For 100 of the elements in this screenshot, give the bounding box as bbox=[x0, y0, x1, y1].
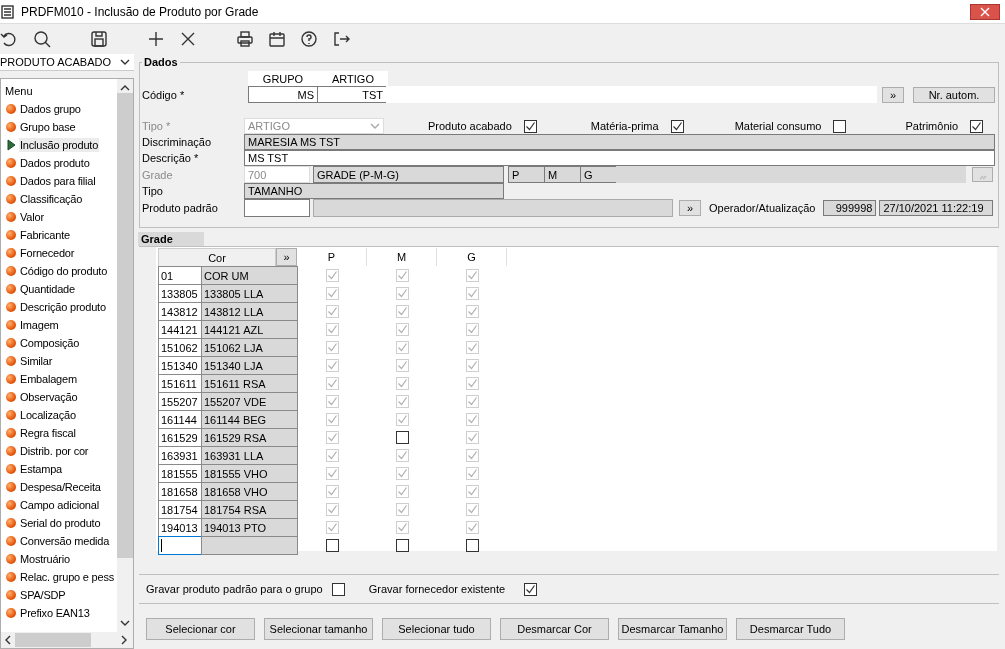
readonly-field: 999998 bbox=[823, 200, 877, 216]
checkbox[interactable] bbox=[970, 119, 984, 133]
size-field: M bbox=[544, 166, 581, 183]
section-title: Grade bbox=[138, 232, 204, 246]
menu-item[interactable]: Fornecedor bbox=[19, 246, 76, 260]
bullet-icon bbox=[6, 320, 16, 330]
scrollbar-thumb[interactable] bbox=[15, 633, 91, 647]
lookup-button[interactable] bbox=[972, 167, 993, 182]
bullet-icon bbox=[6, 266, 16, 276]
scrollbar-thumb[interactable] bbox=[117, 93, 133, 558]
action-button[interactable]: Desmarcar Cor bbox=[500, 618, 609, 640]
bullet-icon bbox=[6, 194, 16, 204]
action-button[interactable]: Desmarcar Tudo bbox=[736, 618, 845, 640]
printer-icon[interactable] bbox=[236, 30, 254, 48]
undo-icon[interactable] bbox=[0, 30, 18, 48]
bullet-icon bbox=[6, 482, 16, 492]
input-field[interactable]: MS bbox=[248, 86, 318, 103]
help-icon[interactable] bbox=[300, 30, 318, 48]
column-header: GRUPO bbox=[248, 71, 318, 86]
menu-item[interactable]: Localização bbox=[19, 408, 77, 422]
checkbox[interactable] bbox=[465, 538, 479, 552]
column-header: M bbox=[367, 248, 437, 266]
chevron-up-icon bbox=[120, 85, 130, 91]
menu-item[interactable]: Relac. grupo e pess bbox=[19, 570, 116, 584]
size-field: G bbox=[580, 166, 617, 183]
more-button[interactable]: » bbox=[679, 200, 701, 216]
readonly-field: MARESIA MS TST bbox=[244, 134, 995, 150]
input-field[interactable] bbox=[244, 199, 310, 217]
action-button[interactable]: Desmarcar Tamanho bbox=[618, 618, 727, 640]
menu-item[interactable]: Similar bbox=[19, 354, 54, 368]
more-button[interactable]: » bbox=[882, 86, 904, 103]
save-icon[interactable] bbox=[90, 30, 108, 48]
field-label: Descrição * bbox=[141, 152, 200, 164]
menu-item[interactable]: Classificação bbox=[19, 192, 84, 206]
category-dropdown[interactable]: PRODUTO ACABADO bbox=[0, 54, 134, 71]
menu-item[interactable]: Distrib. por cor bbox=[19, 444, 90, 458]
field-label: Discriminação bbox=[141, 136, 213, 148]
menu-item[interactable]: Valor bbox=[19, 210, 45, 224]
readonly-field: 27/10/2021 11:22:19 bbox=[879, 200, 994, 216]
action-button[interactable]: Selecionar tudo bbox=[382, 618, 491, 640]
column-header: P bbox=[297, 248, 367, 266]
more-button[interactable]: » bbox=[276, 248, 297, 266]
checkbox[interactable] bbox=[331, 582, 345, 596]
input-field[interactable] bbox=[386, 86, 877, 103]
field-label: Operador/Atualização bbox=[709, 202, 816, 214]
dropdown-value: ARTIGO bbox=[248, 120, 290, 132]
action-button[interactable]: Selecionar tamanho bbox=[264, 618, 373, 640]
checkbox[interactable] bbox=[524, 582, 538, 596]
menu-item[interactable]: Mostruário bbox=[19, 552, 71, 566]
menu-item[interactable]: Estampa bbox=[19, 462, 63, 476]
checkbox[interactable] bbox=[833, 119, 847, 133]
input-field[interactable]: TST bbox=[317, 86, 387, 103]
menu-item[interactable]: Imagem bbox=[19, 318, 60, 332]
section-title: Dados bbox=[143, 56, 179, 68]
logout-icon[interactable] bbox=[332, 30, 350, 48]
chevron-down-icon bbox=[120, 620, 130, 626]
action-button[interactable]: Selecionar cor bbox=[146, 618, 255, 640]
checkbox[interactable] bbox=[523, 119, 537, 133]
bullet-icon bbox=[6, 230, 16, 240]
menu-item[interactable]: SPA/SDP bbox=[19, 588, 67, 602]
checkbox[interactable] bbox=[325, 538, 339, 552]
menu-item[interactable]: Inclusão produto bbox=[19, 138, 100, 152]
bullet-icon bbox=[6, 554, 16, 564]
calendar-icon[interactable] bbox=[268, 30, 286, 48]
field-label: Código * bbox=[141, 88, 186, 101]
menu-item[interactable]: Prefixo EAN13 bbox=[19, 606, 91, 620]
menu-item[interactable]: Quantidade bbox=[19, 282, 76, 296]
bullet-icon bbox=[6, 500, 16, 510]
menu-item[interactable]: Regra fiscal bbox=[19, 426, 77, 440]
checkbox[interactable] bbox=[670, 119, 684, 133]
menu-item[interactable]: Campo adicional bbox=[19, 498, 100, 512]
auto-number-button[interactable]: Nr. autom. bbox=[913, 86, 995, 103]
menu-item[interactable]: Conversão medida bbox=[19, 534, 111, 548]
menu-item[interactable]: Despesa/Receita bbox=[19, 480, 102, 494]
checkbox-label: Matéria-prima bbox=[590, 120, 659, 132]
menu-item[interactable]: Fabricante bbox=[19, 228, 71, 242]
menu-item[interactable]: Composição bbox=[19, 336, 81, 350]
menu-item[interactable]: Dados para filial bbox=[19, 174, 97, 188]
add-icon[interactable] bbox=[147, 30, 165, 48]
bullet-icon bbox=[6, 410, 16, 420]
search-icon[interactable] bbox=[33, 30, 51, 48]
menu-item[interactable]: Dados grupo bbox=[19, 102, 82, 116]
checkbox[interactable] bbox=[395, 538, 409, 552]
input-field[interactable] bbox=[158, 536, 202, 555]
bullet-icon bbox=[6, 122, 16, 132]
menu-item[interactable]: Dados produto bbox=[19, 156, 91, 170]
menu-item[interactable]: Embalagem bbox=[19, 372, 78, 386]
menu-item[interactable]: Grupo base bbox=[19, 120, 77, 134]
menu-item[interactable]: Descrição produto bbox=[19, 300, 107, 314]
input-field[interactable]: MS TST bbox=[244, 150, 995, 166]
bullet-icon bbox=[6, 212, 16, 222]
menu-item[interactable]: Serial do produto bbox=[19, 516, 102, 530]
column-header: Cor bbox=[158, 248, 276, 266]
checkbox[interactable] bbox=[395, 430, 409, 444]
window-title: PRDFM010 - Inclusão de Produto por Grade bbox=[21, 4, 259, 19]
menu-item[interactable]: Observação bbox=[19, 390, 79, 404]
menu-item[interactable]: Código do produto bbox=[19, 264, 109, 278]
close-icon[interactable] bbox=[179, 30, 197, 48]
column-header: ARTIGO bbox=[318, 71, 388, 86]
close-button[interactable] bbox=[970, 3, 1000, 20]
